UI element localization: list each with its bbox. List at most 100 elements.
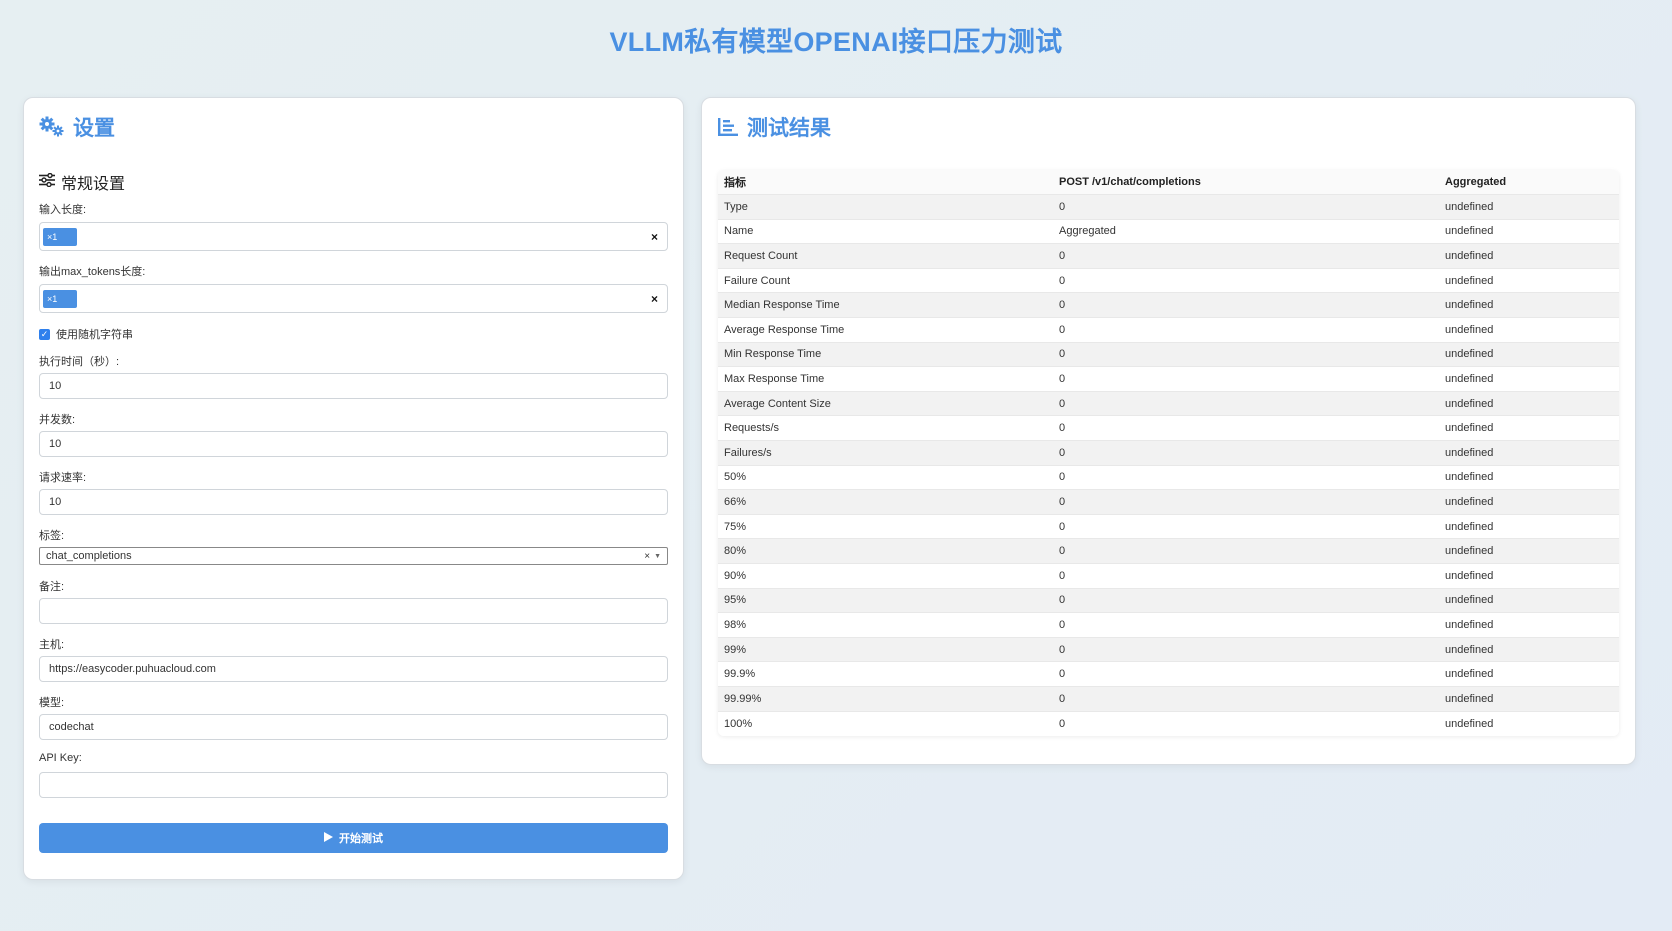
output-length-tag[interactable]: ×1 xyxy=(43,289,77,308)
table-cell: 0 xyxy=(1053,538,1439,564)
table-cell: 98% xyxy=(718,612,1053,638)
table-cell: Failures/s xyxy=(718,440,1053,466)
table-row: Failures/s 0 undefined xyxy=(718,440,1619,466)
table-cell: undefined xyxy=(1439,661,1619,687)
table-row: Request Count 0 undefined xyxy=(718,243,1619,269)
table-cell: 0 xyxy=(1053,366,1439,392)
results-table-wrapper: 指标 POST /v1/chat/completions Aggregated … xyxy=(718,170,1619,736)
chevron-down-icon[interactable]: ▼ xyxy=(654,553,661,560)
table-row: Requests/s 0 undefined xyxy=(718,415,1619,441)
table-row: 90% 0 undefined xyxy=(718,563,1619,589)
table-cell: 0 xyxy=(1053,415,1439,441)
table-row: Min Response Time 0 undefined xyxy=(718,342,1619,367)
table-cell: undefined xyxy=(1439,243,1619,269)
output-length-clear-icon[interactable]: × xyxy=(651,292,658,306)
apikey-input[interactable] xyxy=(39,772,668,798)
input-length-select[interactable]: ×1 × xyxy=(39,222,668,251)
bar-chart-icon xyxy=(717,117,739,137)
table-cell: 0 xyxy=(1053,711,1439,736)
table-cell: Average Response Time xyxy=(718,317,1053,343)
tags-select[interactable]: chat_completions × ▼ xyxy=(39,547,668,565)
table-cell: 0 xyxy=(1053,243,1439,269)
gears-icon xyxy=(39,116,65,138)
settings-title: 设置 xyxy=(73,117,115,140)
table-row: Type 0 undefined xyxy=(718,194,1619,220)
tags-label: 标签: xyxy=(39,530,65,542)
table-cell: undefined xyxy=(1439,292,1619,318)
table-cell: 95% xyxy=(718,588,1053,613)
tags-selected-value: chat_completions xyxy=(46,550,132,562)
table-cell: undefined xyxy=(1439,637,1619,662)
table-cell: 0 xyxy=(1053,465,1439,490)
table-cell: undefined xyxy=(1439,686,1619,712)
table-cell: undefined xyxy=(1439,415,1619,441)
page-title: VLLM私有模型OPENAI接口压力测试 xyxy=(609,27,1063,57)
output-length-select[interactable]: ×1 × xyxy=(39,284,668,313)
column-header: Aggregated xyxy=(1439,170,1619,195)
table-cell: 0 xyxy=(1053,637,1439,662)
table-cell: undefined xyxy=(1439,588,1619,613)
table-cell: undefined xyxy=(1439,366,1619,392)
table-cell: undefined xyxy=(1439,489,1619,515)
start-test-button[interactable]: 开始测试 xyxy=(39,823,668,853)
table-row: 99% 0 undefined xyxy=(718,637,1619,662)
table-cell: 0 xyxy=(1053,317,1439,343)
table-cell: 0 xyxy=(1053,440,1439,466)
table-cell: 99.99% xyxy=(718,686,1053,712)
notes-label: 备注: xyxy=(39,581,65,593)
table-header-row: 指标 POST /v1/chat/completions Aggregated xyxy=(718,170,1619,195)
table-cell: 99% xyxy=(718,637,1053,662)
table-cell: undefined xyxy=(1439,268,1619,293)
random-string-checkbox[interactable]: ✓ xyxy=(39,328,50,340)
table-cell: Name xyxy=(718,219,1053,244)
table-cell: undefined xyxy=(1439,465,1619,490)
table-cell: 90% xyxy=(718,563,1053,589)
table-cell: 50% xyxy=(718,465,1053,490)
results-header: 测试结果 xyxy=(717,112,831,142)
column-header: 指标 xyxy=(718,170,1053,195)
column-header: POST /v1/chat/completions xyxy=(1053,170,1439,195)
table-cell: 99.9% xyxy=(718,661,1053,687)
table-cell: 0 xyxy=(1053,268,1439,293)
host-input[interactable]: https://easycoder.puhuacloud.com xyxy=(39,656,668,682)
table-cell: 0 xyxy=(1053,612,1439,638)
settings-panel: 设置 常规设置 输入长度: ×1 × 输出max_tokens长度: ×1 × … xyxy=(23,97,684,880)
model-input[interactable]: codechat xyxy=(39,714,668,740)
table-cell: 0 xyxy=(1053,661,1439,687)
table-row: Name Aggregated undefined xyxy=(718,219,1619,244)
tags-clear-icon[interactable]: × xyxy=(644,551,650,562)
notes-input[interactable] xyxy=(39,598,668,624)
table-row: Failure Count 0 undefined xyxy=(718,268,1619,293)
sliders-icon xyxy=(39,172,55,192)
table-cell: Failure Count xyxy=(718,268,1053,293)
duration-input[interactable]: 10 xyxy=(39,373,668,399)
table-cell: Aggregated xyxy=(1053,219,1439,244)
table-cell: Requests/s xyxy=(718,415,1053,441)
concurrency-input[interactable]: 10 xyxy=(39,431,668,457)
table-cell: undefined xyxy=(1439,342,1619,367)
input-length-tag[interactable]: ×1 xyxy=(43,227,77,246)
rate-input[interactable]: 10 xyxy=(39,489,668,515)
model-label: 模型: xyxy=(39,697,65,709)
table-cell: Request Count xyxy=(718,243,1053,269)
random-string-label: 使用随机字符串 xyxy=(56,329,133,341)
table-row: 98% 0 undefined xyxy=(718,612,1619,638)
table-cell: 0 xyxy=(1053,489,1439,515)
table-cell: 75% xyxy=(718,514,1053,539)
results-table: 指标 POST /v1/chat/completions Aggregated … xyxy=(718,170,1619,736)
table-row: 100% 0 undefined xyxy=(718,711,1619,736)
table-cell: Max Response Time xyxy=(718,366,1053,392)
table-cell: 0 xyxy=(1053,563,1439,589)
table-row: 99.99% 0 undefined xyxy=(718,686,1619,712)
table-cell: Type xyxy=(718,194,1053,220)
random-string-row[interactable]: ✓ 使用随机字符串 xyxy=(39,326,133,342)
results-table-body: Type 0 undefined Name Aggregated undefined Req… xyxy=(718,194,1619,736)
table-cell: undefined xyxy=(1439,514,1619,539)
table-row: 80% 0 undefined xyxy=(718,538,1619,564)
input-length-clear-icon[interactable]: × xyxy=(651,230,658,244)
table-row: 99.9% 0 undefined xyxy=(718,661,1619,687)
settings-header: 设置 xyxy=(39,112,115,142)
table-cell: 0 xyxy=(1053,588,1439,613)
table-cell: 0 xyxy=(1053,391,1439,416)
rate-label: 请求速率: xyxy=(39,472,87,484)
